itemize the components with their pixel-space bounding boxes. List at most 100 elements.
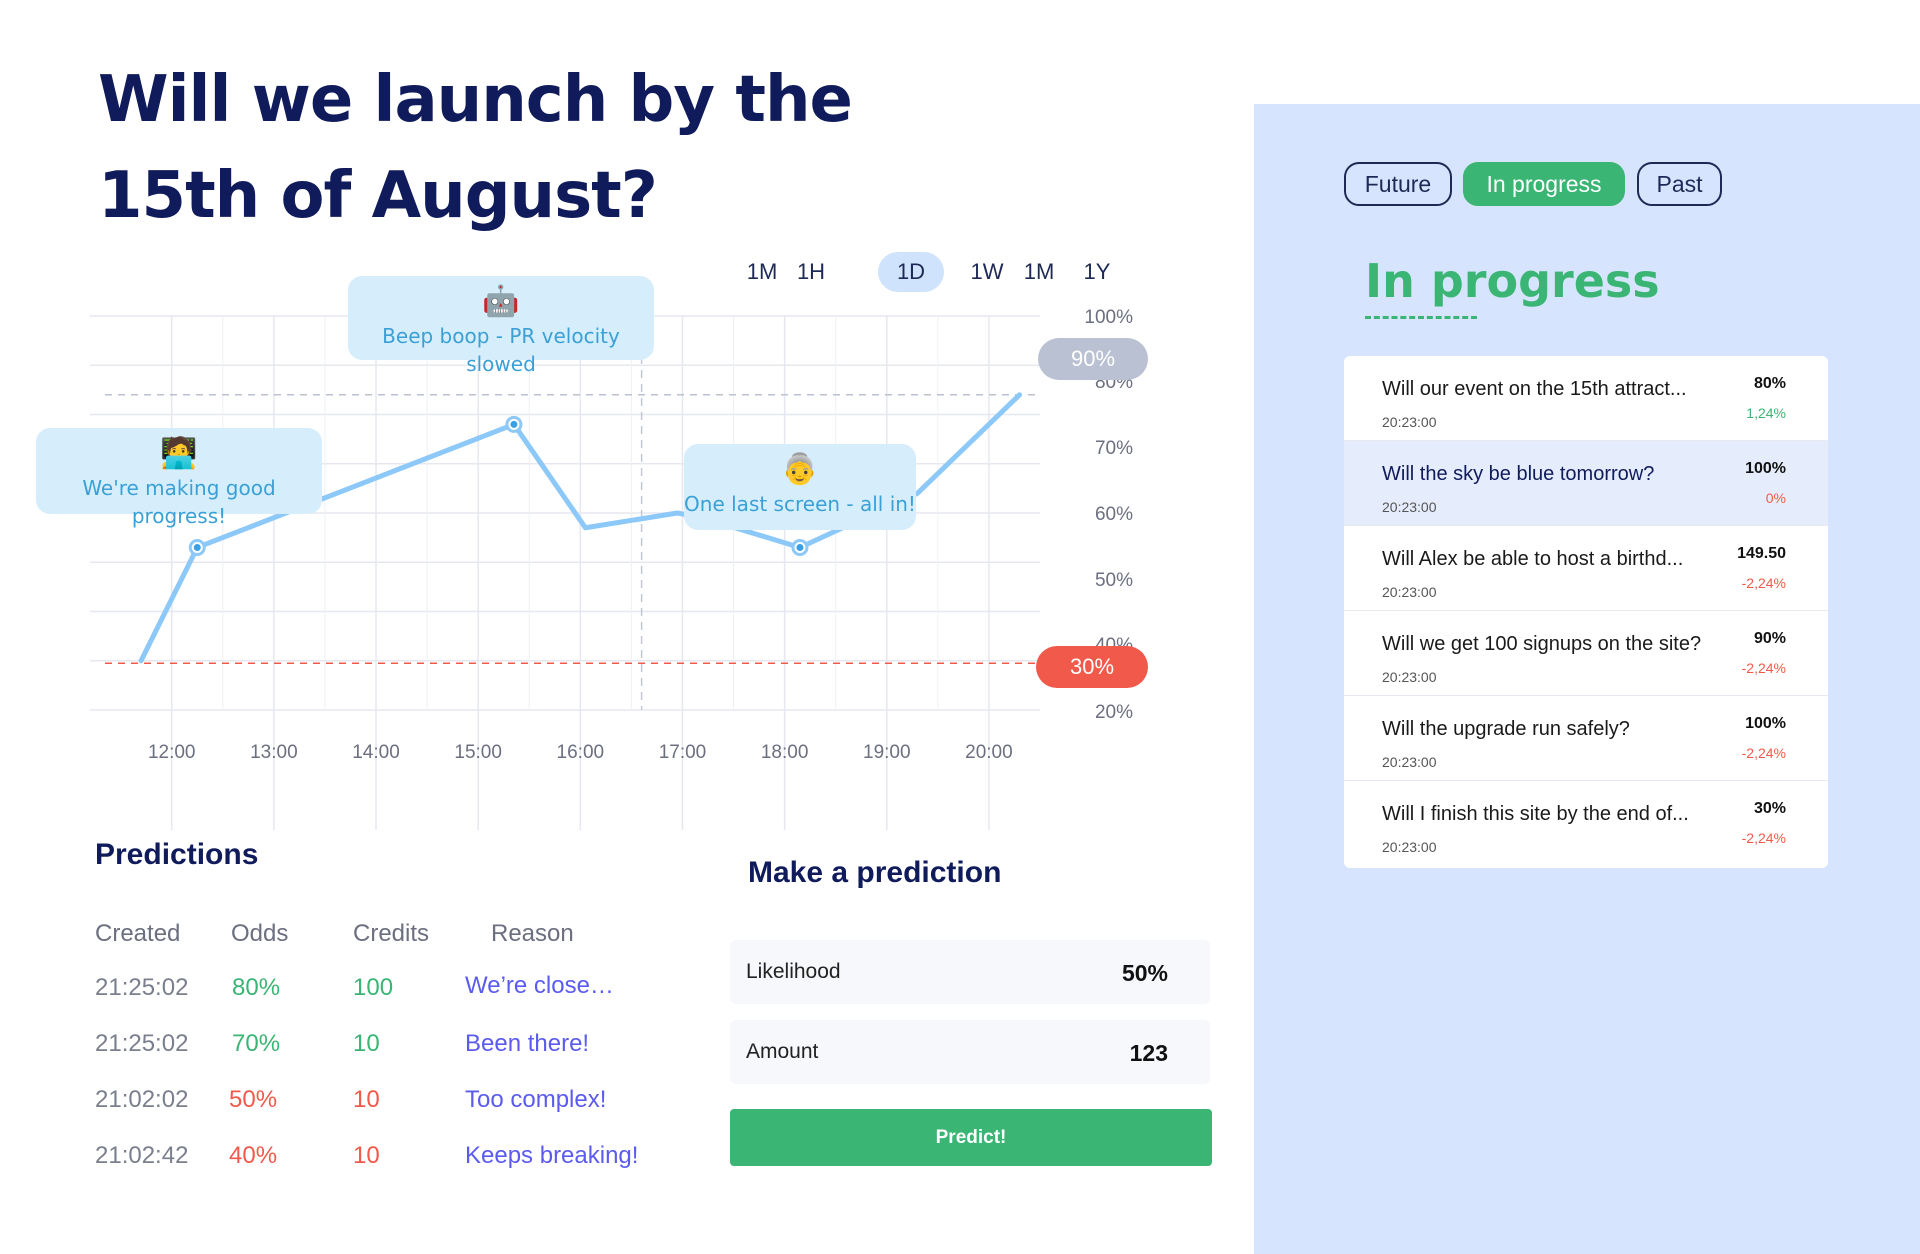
- market-question: Will the upgrade run safely?: [1382, 718, 1630, 740]
- x-tick-label: 14:00: [352, 742, 400, 763]
- reference-marker-high: 90%: [1038, 338, 1148, 380]
- likelihood-label: Likelihood: [746, 960, 841, 983]
- filter-past[interactable]: Past: [1637, 162, 1722, 206]
- column-header-created: Created: [95, 920, 181, 947]
- timeframe-1m[interactable]: 1M: [740, 252, 784, 292]
- odds-cell: 40%: [229, 1142, 278, 1169]
- odds-cell: 50%: [229, 1086, 278, 1113]
- market-price: 80%: [1753, 375, 1786, 392]
- market-item[interactable]: Will Alex be able to host a birthd... 20…: [1344, 526, 1828, 611]
- timeframe-1m-2[interactable]: 1M: [1016, 252, 1062, 292]
- timeframe-1h[interactable]: 1H: [784, 252, 838, 292]
- market-time: 20:23:00: [1382, 414, 1437, 430]
- timeframe-selector: 1M 1H 1D 1W 1M 1Y: [740, 252, 1120, 296]
- make-prediction-title: Make a prediction: [748, 856, 1002, 889]
- annotation-callout: 🧑‍💻 We're making good progress!: [36, 428, 322, 528]
- timeframe-1y[interactable]: 1Y: [1072, 252, 1122, 292]
- reason-cell: Too complex!: [465, 1086, 607, 1113]
- market-price: 90%: [1753, 630, 1786, 647]
- coder-emoji-icon: 🧑‍💻: [160, 436, 198, 471]
- amount-label: Amount: [746, 1040, 819, 1063]
- filter-in-progress[interactable]: In progress: [1463, 162, 1625, 206]
- market-change: -2,24%: [1741, 660, 1786, 676]
- column-header-odds: Odds: [231, 920, 289, 947]
- credits-cell: 10: [353, 1086, 380, 1113]
- robot-emoji-icon: 🤖: [482, 284, 520, 319]
- market-change: 1,24%: [1746, 405, 1786, 421]
- reason-cell: Been there!: [465, 1030, 590, 1057]
- x-tick-label: 13:00: [250, 742, 298, 763]
- timeframe-1w[interactable]: 1W: [962, 252, 1012, 292]
- market-time: 20:23:00: [1382, 669, 1437, 685]
- market-question: Will the sky be blue tomorrow?: [1382, 463, 1655, 485]
- credits-cell: 100: [353, 974, 394, 1001]
- odds-cell: 70%: [232, 1030, 281, 1057]
- market-time: 20:23:00: [1382, 754, 1437, 770]
- annotation-text: Beep boop - PR velocity slowed: [382, 324, 620, 376]
- filter-future[interactable]: Future: [1344, 162, 1452, 206]
- annotation-callout: 🤖 Beep boop - PR velocity slowed: [348, 276, 654, 376]
- reference-marker-low: 30%: [1036, 646, 1148, 688]
- timeframe-1d[interactable]: 1D: [878, 252, 944, 292]
- market-question: Will our event on the 15th attract...: [1382, 378, 1687, 400]
- amount-value[interactable]: 123: [1130, 1040, 1168, 1067]
- market-item[interactable]: Will we get 100 signups on the site? 20:…: [1344, 611, 1828, 696]
- market-item[interactable]: Will I finish this site by the end of...…: [1344, 781, 1828, 866]
- y-tick-label: 50%: [1095, 570, 1133, 591]
- credits-cell: 10: [353, 1030, 380, 1057]
- market-question: Will Alex be able to host a birthd...: [1382, 548, 1684, 570]
- grandma-emoji-icon: 👵: [781, 452, 819, 487]
- likelihood-value[interactable]: 50%: [1122, 960, 1168, 987]
- market-item[interactable]: Will the sky be blue tomorrow? 20:23:00 …: [1344, 441, 1828, 526]
- predictions-title: Predictions: [95, 838, 259, 871]
- market-change: -2,24%: [1741, 745, 1786, 761]
- market-change: 0%: [1765, 490, 1786, 506]
- market-time: 20:23:00: [1382, 584, 1437, 600]
- market-question: Will I finish this site by the end of...: [1382, 803, 1689, 825]
- y-tick-label: 70%: [1095, 438, 1133, 459]
- market-question: Will we get 100 signups on the site?: [1382, 633, 1702, 655]
- market-change: -2,24%: [1741, 575, 1786, 591]
- x-tick-label: 12:00: [148, 742, 196, 763]
- likelihood-field[interactable]: Likelihood 50%: [730, 940, 1210, 1004]
- created-cell: 21:25:02: [95, 1030, 189, 1057]
- market-price: 100%: [1745, 460, 1786, 477]
- y-tick-label: 60%: [1095, 504, 1133, 525]
- column-header-reason: Reason: [491, 920, 574, 947]
- title-underline: [1365, 316, 1477, 319]
- market-price: 149.50: [1737, 545, 1786, 562]
- market-time: 20:23:00: [1382, 499, 1437, 515]
- annotation-point-dot: [193, 543, 201, 551]
- created-cell: 21:02:02: [95, 1086, 189, 1113]
- sidebar-title: In progress: [1365, 254, 1660, 308]
- annotation-text: We're making good progress!: [82, 476, 276, 528]
- predict-button[interactable]: Predict!: [730, 1109, 1212, 1166]
- x-tick-label: 17:00: [659, 742, 707, 763]
- odds-cell: 80%: [232, 974, 281, 1001]
- amount-field[interactable]: Amount 123: [730, 1020, 1210, 1084]
- created-cell: 21:25:02: [95, 974, 189, 1001]
- annotation-callout: 👵 One last screen - all in!: [684, 444, 916, 530]
- column-header-credits: Credits: [353, 920, 430, 947]
- y-tick-label: 20%: [1095, 702, 1133, 723]
- x-tick-label: 20:00: [965, 742, 1013, 763]
- reason-cell: We’re close…: [465, 972, 614, 999]
- reason-cell: Keeps breaking!: [465, 1142, 639, 1169]
- market-time: 20:23:00: [1382, 839, 1437, 855]
- market-item[interactable]: Will the upgrade run safely? 20:23:00 10…: [1344, 696, 1828, 781]
- credits-cell: 10: [353, 1142, 380, 1169]
- market-list: Will our event on the 15th attract... 20…: [1344, 356, 1828, 868]
- market-price: 30%: [1753, 800, 1786, 817]
- x-tick-label: 19:00: [863, 742, 911, 763]
- annotation-point-dot: [510, 420, 518, 428]
- x-tick-label: 15:00: [454, 742, 502, 763]
- market-change: -2,24%: [1741, 830, 1786, 846]
- x-tick-label: 16:00: [557, 742, 605, 763]
- y-tick-label: 100%: [1084, 307, 1133, 328]
- market-item[interactable]: Will our event on the 15th attract... 20…: [1344, 356, 1828, 441]
- page-title: Will we launch by the 15th of August?: [98, 63, 853, 233]
- annotation-text: One last screen - all in!: [684, 492, 916, 516]
- created-cell: 21:02:42: [95, 1142, 189, 1169]
- x-tick-label: 18:00: [761, 742, 809, 763]
- annotation-point-dot: [796, 543, 804, 551]
